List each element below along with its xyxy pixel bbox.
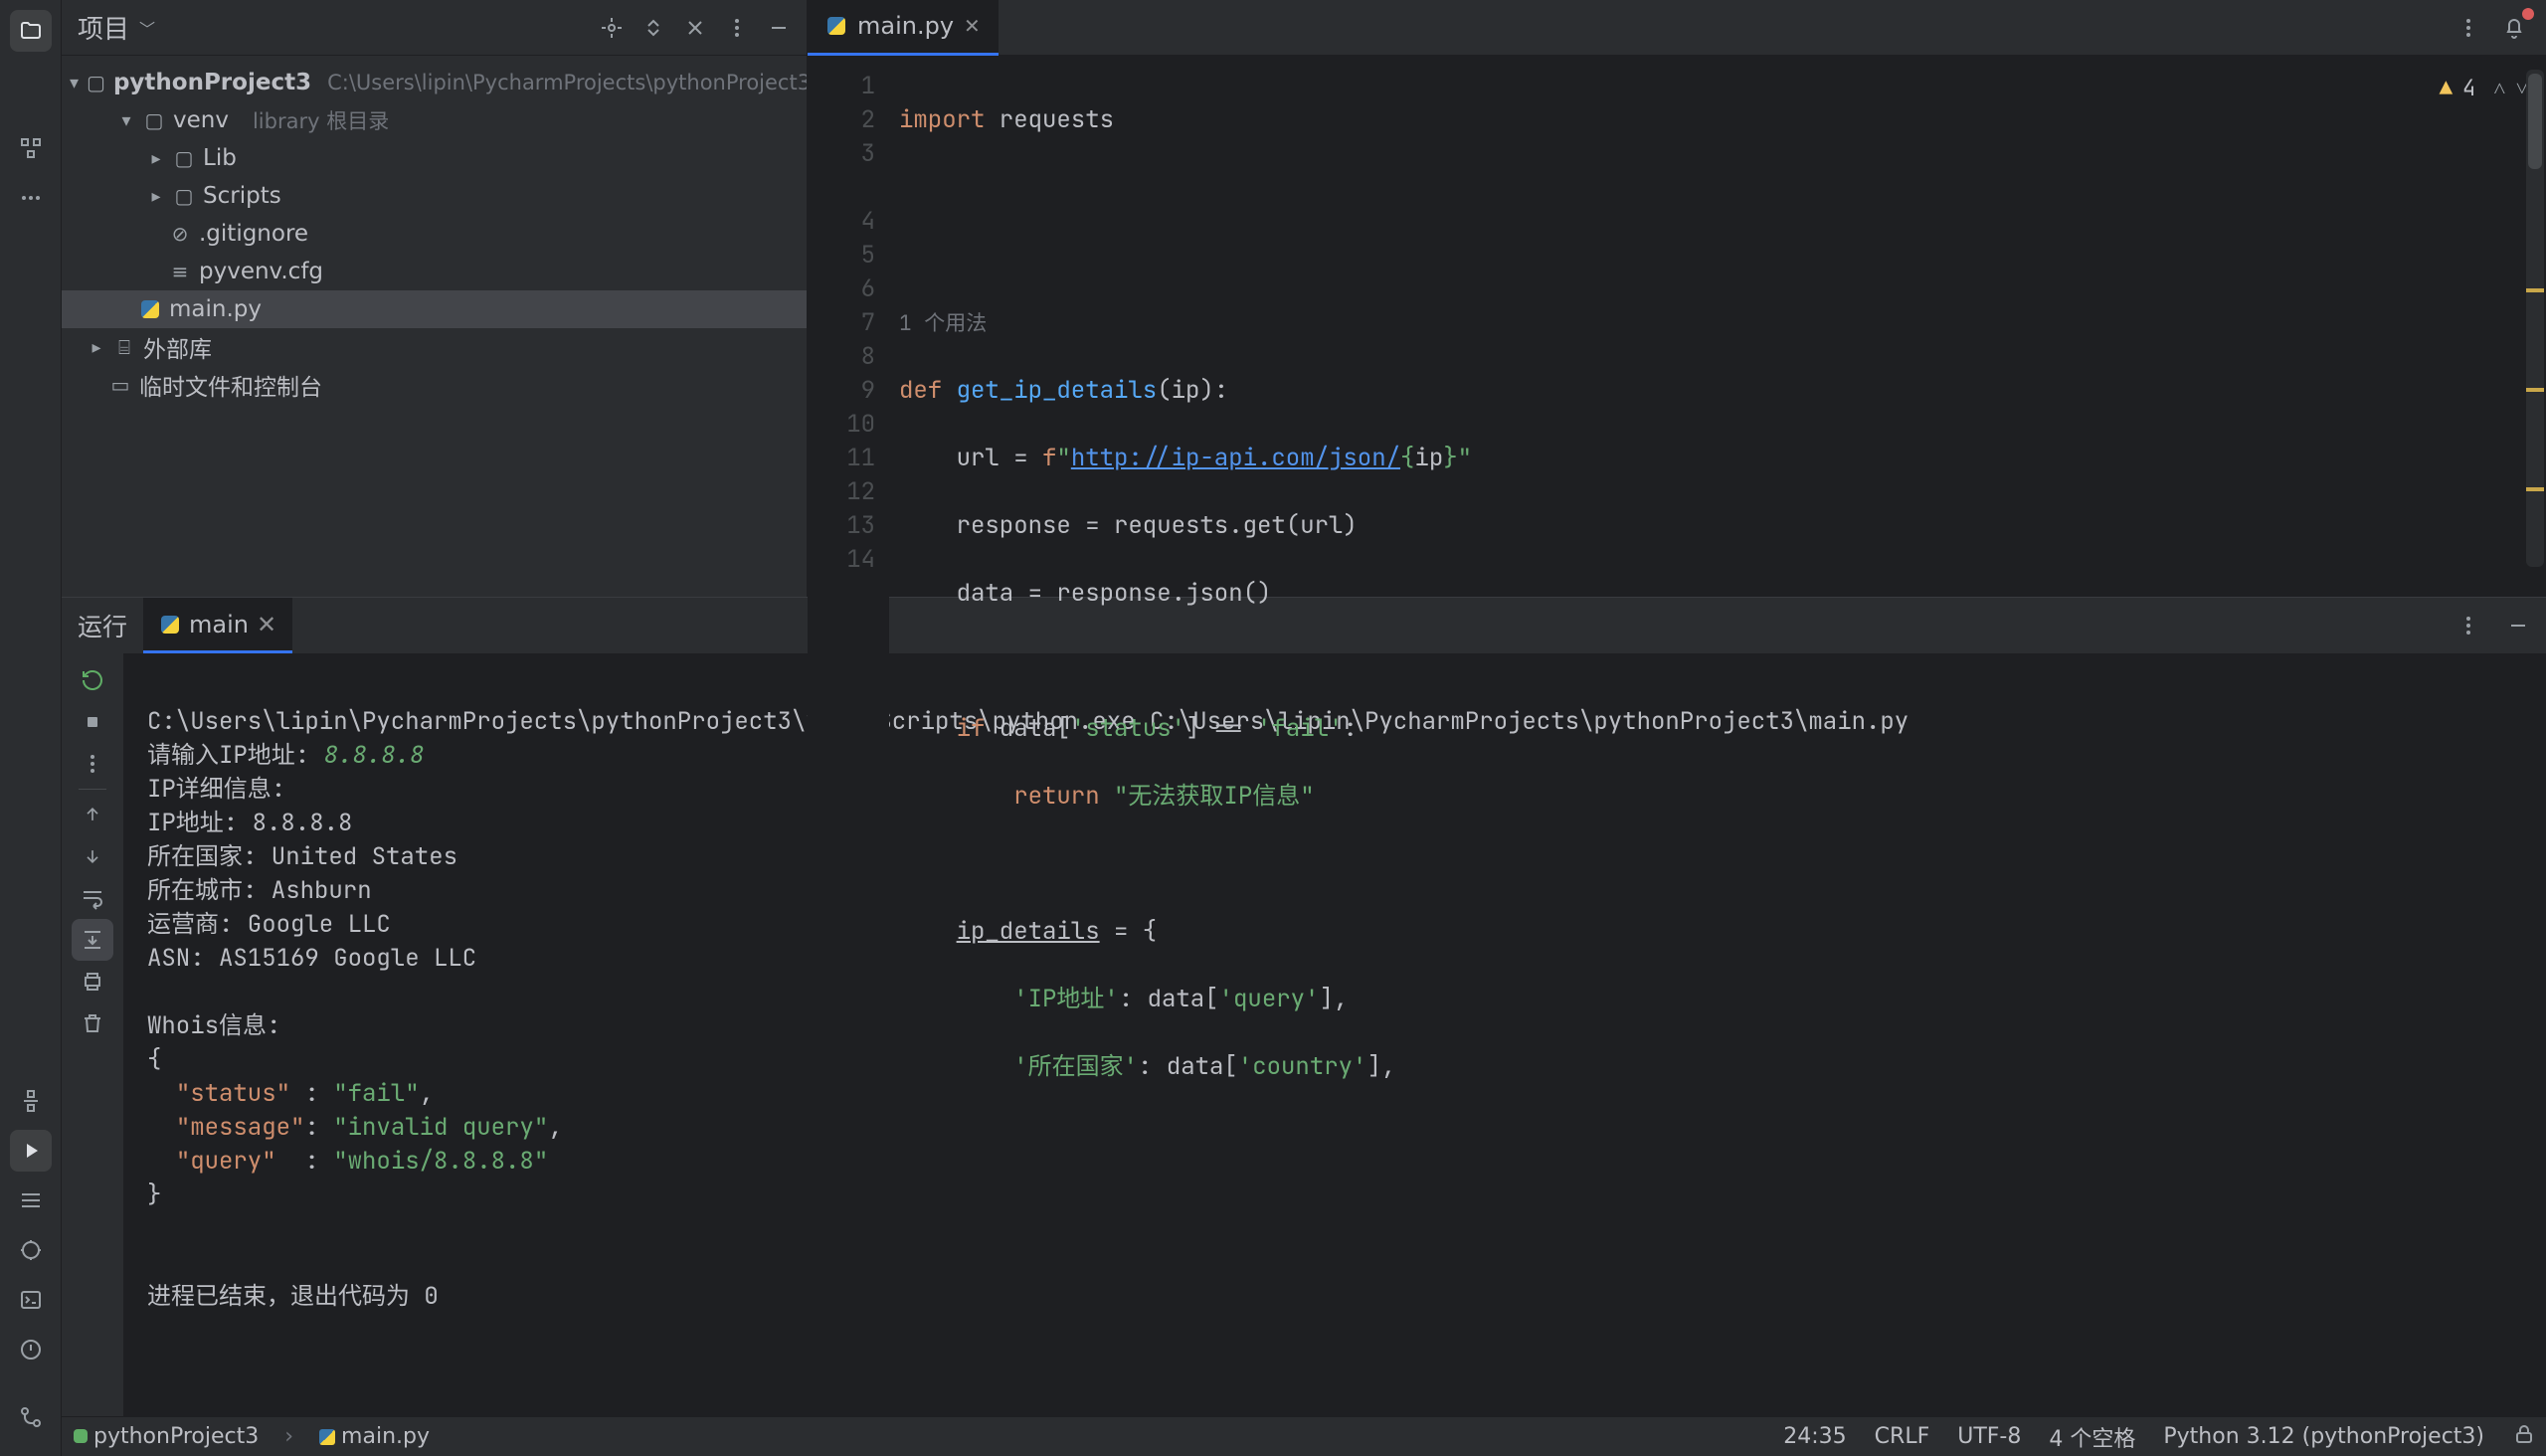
code[interactable]: import requests 1 个用法 def get_ip_details…: [889, 56, 2546, 1152]
python-file-icon: [159, 616, 181, 634]
status-project[interactable]: pythonProject3: [93, 1424, 259, 1449]
interpreter[interactable]: Python 3.12 (pythonProject3): [2163, 1424, 2484, 1449]
project-title: 项目: [78, 9, 129, 46]
tree-venv[interactable]: ▾ ▢ venv library 根目录: [62, 101, 807, 139]
project-tree[interactable]: ▾ ▢ pythonProject3 C:\Users\lipin\Pychar…: [62, 56, 807, 597]
editor-tab-bar: main.py ✕: [808, 0, 2546, 56]
up-icon[interactable]: [72, 794, 113, 835]
kebab-icon[interactable]: [719, 10, 755, 46]
problems-icon[interactable]: [10, 1329, 52, 1370]
tree-root[interactable]: ▾ ▢ pythonProject3 C:\Users\lipin\Pychar…: [62, 64, 807, 101]
debug-icon[interactable]: [10, 1229, 52, 1271]
run-tool-icon[interactable]: [10, 1130, 52, 1172]
indent-setting[interactable]: 4 个空格: [2049, 1421, 2135, 1453]
editor: main.py ✕ 1 2 3 4 5: [808, 0, 2546, 597]
folder-icon: ▢: [173, 146, 195, 170]
down-icon[interactable]: [72, 835, 113, 877]
folder-icon: ▢: [173, 184, 195, 208]
file-icon: ≡: [169, 260, 191, 283]
lock-icon[interactable]: [2512, 1422, 2536, 1452]
run-toolbar: [62, 653, 123, 1416]
structure-icon[interactable]: [10, 127, 52, 169]
more-icon[interactable]: [10, 177, 52, 219]
editor-scrollbar[interactable]: [2526, 70, 2544, 567]
warning-icon: ▲: [2440, 72, 2453, 105]
trash-icon[interactable]: [72, 1002, 113, 1044]
inspections-widget[interactable]: ▲ 4 ˄ ˅: [2440, 72, 2528, 105]
line-separator[interactable]: CRLF: [1875, 1424, 1930, 1449]
tree-ext-libs[interactable]: ▸ ⌸ 外部库: [62, 328, 807, 366]
tree-lib[interactable]: ▸ ▢ Lib: [62, 139, 807, 177]
python-file-icon: [319, 1429, 335, 1445]
project-pane: 项目 ﹀ ▾ ▢ pythonProject3: [62, 0, 808, 597]
services-icon[interactable]: [10, 1180, 52, 1221]
tree-scripts[interactable]: ▸ ▢ Scripts: [62, 177, 807, 215]
tree-main-py[interactable]: main.py: [62, 290, 807, 328]
collapse-icon[interactable]: [677, 10, 713, 46]
editor-body[interactable]: 1 2 3 4 5 6 7 8 9 10 11 12 13 1: [808, 56, 2546, 1152]
soft-wrap-icon[interactable]: [72, 877, 113, 919]
locate-icon[interactable]: [594, 10, 630, 46]
scroll-to-end-icon[interactable]: [72, 919, 113, 961]
folder-icon: ▢: [143, 108, 165, 132]
tree-gitignore[interactable]: ⊘ .gitignore: [62, 215, 807, 253]
terminal-icon[interactable]: [10, 1279, 52, 1321]
print-icon[interactable]: [72, 961, 113, 1002]
line-gutter: 1 2 3 4 5 6 7 8 9 10 11 12 13 1: [808, 56, 889, 1152]
project-header: 项目 ﹀: [62, 0, 807, 56]
chevron-right-icon: ›: [276, 1424, 301, 1449]
caret-position[interactable]: 24:35: [1783, 1424, 1846, 1449]
file-encoding[interactable]: UTF-8: [1957, 1424, 2021, 1449]
notifications-icon[interactable]: [2496, 10, 2532, 46]
status-bar: pythonProject3 › main.py 24:35 CRLF UTF-…: [62, 1416, 2546, 1456]
kebab-icon[interactable]: [72, 743, 113, 785]
chevron-up-icon[interactable]: ˄: [2485, 72, 2505, 105]
library-icon: ⌸: [113, 335, 135, 359]
run-tab-main[interactable]: main ✕: [143, 598, 292, 653]
project-status-icon: [74, 1429, 88, 1443]
ignore-icon: ⊘: [169, 222, 191, 246]
minimize-pane-icon[interactable]: [761, 10, 797, 46]
kebab-icon[interactable]: [2451, 10, 2486, 46]
vcs-icon[interactable]: [10, 1396, 52, 1438]
project-tool-icon[interactable]: [10, 10, 52, 52]
scratch-icon: ▭: [109, 373, 131, 397]
python-file-icon: [139, 300, 161, 318]
tab-main-py[interactable]: main.py ✕: [808, 0, 999, 56]
folder-icon: ▢: [87, 71, 105, 94]
rerun-icon[interactable]: [72, 659, 113, 701]
stop-icon[interactable]: [72, 701, 113, 743]
python-file-icon: [825, 17, 847, 35]
python-console-icon[interactable]: [10, 1080, 52, 1122]
scrollbar-thumb[interactable]: [2528, 74, 2542, 169]
tree-pyvenv[interactable]: ≡ pyvenv.cfg: [62, 253, 807, 290]
tab-label: main.py: [857, 12, 954, 40]
activity-bar: [0, 0, 62, 1456]
status-file[interactable]: main.py: [319, 1424, 430, 1449]
close-icon[interactable]: ✕: [964, 14, 981, 38]
expand-icon[interactable]: [636, 10, 671, 46]
run-title: 运行: [78, 608, 127, 643]
close-icon[interactable]: ✕: [257, 611, 276, 638]
tree-scratches[interactable]: ▭ 临时文件和控制台: [62, 366, 807, 404]
